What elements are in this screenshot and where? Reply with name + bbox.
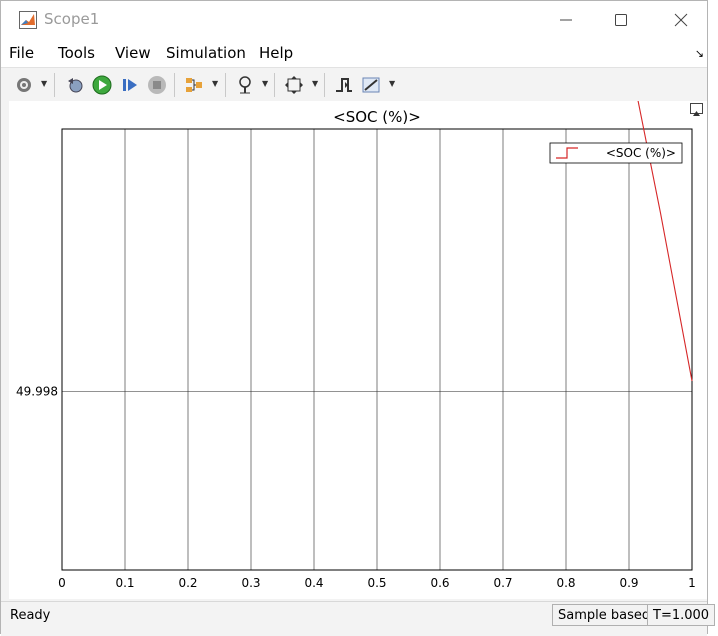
menu-simulation[interactable]: Simulation: [166, 44, 246, 62]
x-tick-label: 0.3: [241, 576, 260, 590]
toolbar: ▼ ▼ ▼ ▼ ▼: [1, 67, 707, 102]
status-bar: Ready Sample based T=1.000: [1, 601, 716, 636]
status-ready: Ready: [10, 608, 51, 623]
title-bar[interactable]: Scope1: [1, 1, 707, 39]
y-tick-label: 49.998: [16, 385, 58, 399]
x-tick-label: 0.8: [556, 576, 575, 590]
x-tick-label: 0: [58, 576, 66, 590]
stop-icon[interactable]: [145, 73, 169, 97]
scope-window: Scope1 File Tools View Simulation Help ↘…: [0, 0, 716, 636]
matlab-logo-icon: [19, 11, 37, 29]
step-forward-icon[interactable]: [118, 73, 142, 97]
soc-line-chart[interactable]: 00.10.20.30.40.50.60.70.80.9149.99849.99…: [9, 0, 707, 599]
toolbar-separator: [174, 73, 175, 97]
status-sample-based: Sample based: [552, 604, 657, 626]
menu-view[interactable]: View: [115, 44, 151, 62]
x-tick-label: 0.5: [367, 576, 386, 590]
cursor-measure-icon[interactable]: [359, 73, 383, 97]
run-icon[interactable]: [90, 73, 114, 97]
toolbar-separator: [324, 73, 325, 97]
menu-tools[interactable]: Tools: [58, 44, 95, 62]
dock-arrow-icon[interactable]: ↘: [695, 47, 704, 60]
x-tick-label: 0.7: [493, 576, 512, 590]
toolbar-separator: [274, 73, 275, 97]
triggers-icon[interactable]: [332, 73, 356, 97]
toolbar-separator: [54, 73, 55, 97]
scope-display[interactable]: 00.10.20.30.40.50.60.70.80.9149.99849.99…: [9, 0, 707, 599]
zoom-dropdown-icon[interactable]: ▼: [262, 79, 268, 88]
window-title: Scope1: [44, 10, 100, 28]
x-tick-label: 0.9: [619, 576, 638, 590]
gear-icon[interactable]: [12, 73, 36, 97]
restore-icon[interactable]: [63, 73, 87, 97]
chart-title: <SOC (%)>: [333, 108, 421, 126]
minimize-icon[interactable]: [555, 9, 577, 31]
zoom-icon[interactable]: [233, 73, 257, 97]
fit-icon[interactable]: [282, 73, 306, 97]
menu-file[interactable]: File: [9, 44, 34, 62]
x-tick-label: 0.6: [430, 576, 449, 590]
toolbar-separator: [225, 73, 226, 97]
highlight-icon[interactable]: [182, 73, 206, 97]
fit-dropdown-icon[interactable]: ▼: [312, 79, 318, 88]
close-icon[interactable]: [670, 9, 692, 31]
status-time: T=1.000: [647, 604, 716, 626]
x-tick-label: 0.2: [178, 576, 197, 590]
undock-icon[interactable]: [690, 103, 703, 116]
legend-label: <SOC (%)>: [606, 146, 676, 160]
menu-bar: File Tools View Simulation Help ↘: [1, 39, 707, 67]
x-tick-label: 1: [688, 576, 696, 590]
gear-dropdown-icon[interactable]: ▼: [41, 79, 47, 88]
maximize-icon[interactable]: [610, 9, 632, 31]
measure-dropdown-icon[interactable]: ▼: [389, 79, 395, 88]
highlight-dropdown-icon[interactable]: ▼: [212, 79, 218, 88]
menu-help[interactable]: Help: [259, 44, 293, 62]
x-tick-label: 0.1: [115, 576, 134, 590]
x-tick-label: 0.4: [304, 576, 323, 590]
